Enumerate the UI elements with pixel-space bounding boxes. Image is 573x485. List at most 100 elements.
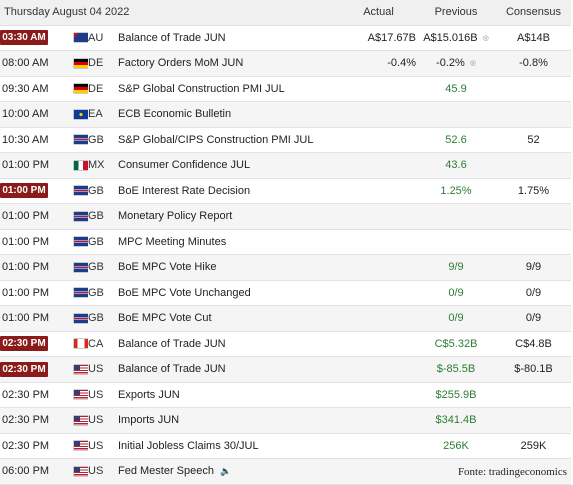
country-flag-cell <box>70 433 88 459</box>
country-code: GB <box>88 229 118 255</box>
calendar-row[interactable]: 02:30 PM US Initial Jobless Claims 30/JUL 2… <box>0 433 571 459</box>
event-name-cell[interactable]: ECB Economic Bulletin <box>118 101 341 128</box>
country-code: MX <box>88 152 118 179</box>
event-name[interactable]: Factory Orders MoM JUN <box>118 57 243 69</box>
event-name-cell[interactable]: BoE MPC Vote Cut <box>118 305 341 332</box>
event-name-cell[interactable]: Consumer Confidence JUL <box>118 152 341 179</box>
event-name-cell[interactable]: Fed Mester Speech 🔈 <box>118 458 341 485</box>
calendar-row[interactable]: 10:30 AM GB S&P Global/CIPS Construction P… <box>0 127 571 153</box>
previous-cell: 9/9 <box>416 254 496 281</box>
calendar-row[interactable]: 01:00 PM GB BoE MPC Vote Cut 0/9 0/9 <box>0 305 571 332</box>
consensus-value <box>496 203 571 230</box>
calendar-row[interactable]: 01:00 PM GB MPC Meeting Minutes <box>0 229 571 255</box>
country-code: US <box>88 433 118 459</box>
event-name[interactable]: BoE MPC Vote Cut <box>118 312 212 324</box>
actual-column-header: Actual <box>341 0 416 26</box>
consensus-value: 0/9 <box>496 280 571 306</box>
event-name[interactable]: BoE MPC Vote Unchanged <box>118 287 251 299</box>
calendar-row[interactable]: 01:00 PM GB BoE Interest Rate Decision 1.25… <box>0 178 571 204</box>
actual-value <box>341 433 416 459</box>
event-name-cell[interactable]: Initial Jobless Claims 30/JUL <box>118 433 341 459</box>
calendar-row[interactable]: 08:00 AM DE Factory Orders MoM JUN -0.4% -0.… <box>0 50 571 77</box>
actual-value <box>341 178 416 204</box>
event-name-cell[interactable]: Balance of Trade JUN <box>118 356 341 383</box>
actual-value <box>341 203 416 230</box>
event-time: 02:30 PM <box>2 388 50 401</box>
actual-value <box>341 331 416 357</box>
previous-cell: 52.6 <box>416 127 496 153</box>
calendar-row[interactable]: 01:00 PM GB BoE MPC Vote Hike 9/9 9/9 <box>0 254 571 281</box>
event-name-cell[interactable]: S&P Global/CIPS Construction PMI JUL <box>118 127 341 153</box>
country-code: GB <box>88 203 118 230</box>
calendar-row[interactable]: 02:30 PM CA Balance of Trade JUN C$5.32B C$4… <box>0 331 571 357</box>
event-time-badge: 02:30 PM <box>0 336 48 352</box>
calendar-row[interactable]: 09:30 AM DE S&P Global Construction PMI JU… <box>0 76 571 102</box>
country-flag-cell <box>70 76 88 102</box>
time-cell: 01:00 PM <box>0 152 70 179</box>
event-name-cell[interactable]: BoE MPC Vote Hike <box>118 254 341 281</box>
speaker-icon: 🔈 <box>220 466 232 477</box>
event-name[interactable]: Monetary Policy Report <box>118 210 232 222</box>
event-name-cell[interactable]: Balance of Trade JUN <box>118 25 341 51</box>
event-name[interactable]: BoE MPC Vote Hike <box>118 261 216 273</box>
event-name[interactable]: S&P Global/CIPS Construction PMI JUL <box>118 134 313 146</box>
event-time: 02:30 PM <box>2 439 50 452</box>
time-cell: 03:30 AM <box>0 25 70 51</box>
event-name-cell[interactable]: Factory Orders MoM JUN <box>118 50 341 77</box>
time-cell: 01:00 PM <box>0 229 70 255</box>
country-code: US <box>88 458 118 485</box>
time-cell: 01:00 PM <box>0 254 70 281</box>
event-name[interactable]: Balance of Trade JUN <box>118 32 226 44</box>
country-flag-icon <box>74 211 88 221</box>
calendar-row[interactable]: 10:00 AM EA ECB Economic Bulletin <box>0 101 571 128</box>
consensus-value: 9/9 <box>496 254 571 281</box>
calendar-row[interactable]: 01:00 PM GB Monetary Policy Report <box>0 203 571 230</box>
event-time-badge: 02:30 PM <box>0 361 48 377</box>
country-flag-icon <box>74 160 88 170</box>
event-name[interactable]: MPC Meeting Minutes <box>118 236 226 248</box>
event-name[interactable]: Initial Jobless Claims 30/JUL <box>118 440 259 452</box>
calendar-row[interactable]: 02:30 PM US Exports JUN $255.9B <box>0 382 571 408</box>
event-name-cell[interactable]: Balance of Trade JUN <box>118 331 341 357</box>
event-name-cell[interactable]: Exports JUN <box>118 382 341 408</box>
previous-cell: 1.25% <box>416 178 496 204</box>
event-time: 01:00 PM <box>2 312 50 325</box>
time-cell: 01:00 PM <box>0 203 70 230</box>
event-name[interactable]: ECB Economic Bulletin <box>118 108 231 120</box>
event-name[interactable]: Fed Mester Speech <box>118 465 214 477</box>
event-name-cell[interactable]: MPC Meeting Minutes <box>118 229 341 255</box>
country-flag-cell <box>70 254 88 281</box>
actual-value <box>341 229 416 255</box>
calendar-row[interactable]: 03:30 AM AU Balance of Trade JUN A$17.67B A$… <box>0 25 571 51</box>
event-name[interactable]: BoE Interest Rate Decision <box>118 185 250 197</box>
calendar-row[interactable]: 02:30 PM US Imports JUN $341.4B <box>0 407 571 434</box>
country-flag-cell <box>70 25 88 51</box>
actual-value: A$17.67B <box>341 25 416 51</box>
country-flag-cell <box>70 280 88 306</box>
previous-value: $255.9B <box>435 388 477 401</box>
previous-cell <box>416 203 496 230</box>
previous-cell <box>416 101 496 128</box>
event-name[interactable]: S&P Global Construction PMI JUL <box>118 83 285 95</box>
event-name-cell[interactable]: BoE MPC Vote Unchanged <box>118 280 341 306</box>
event-name[interactable]: Exports JUN <box>118 389 180 401</box>
event-name-cell[interactable]: Imports JUN <box>118 407 341 434</box>
time-cell: 02:30 PM <box>0 407 70 434</box>
consensus-value: 0/9 <box>496 305 571 332</box>
revised-icon: ◎ <box>482 34 489 42</box>
event-name[interactable]: Balance of Trade JUN <box>118 338 226 350</box>
event-name[interactable]: Imports JUN <box>118 414 179 426</box>
actual-value <box>341 280 416 306</box>
actual-value <box>341 101 416 128</box>
country-flag-icon <box>74 313 88 323</box>
event-name-cell[interactable]: S&P Global Construction PMI JUL <box>118 76 341 102</box>
event-name-cell[interactable]: Monetary Policy Report <box>118 203 341 230</box>
calendar-row[interactable]: 01:00 PM GB BoE MPC Vote Unchanged 0/9 0/9 <box>0 280 571 306</box>
event-time: 09:30 AM <box>2 82 49 95</box>
actual-value <box>341 407 416 434</box>
event-name[interactable]: Consumer Confidence JUL <box>118 159 250 171</box>
calendar-row[interactable]: 02:30 PM US Balance of Trade JUN $-85.5B $-8… <box>0 356 571 383</box>
event-name[interactable]: Balance of Trade JUN <box>118 363 226 375</box>
event-name-cell[interactable]: BoE Interest Rate Decision <box>118 178 341 204</box>
calendar-row[interactable]: 01:00 PM MX Consumer Confidence JUL 43.6 <box>0 152 571 179</box>
